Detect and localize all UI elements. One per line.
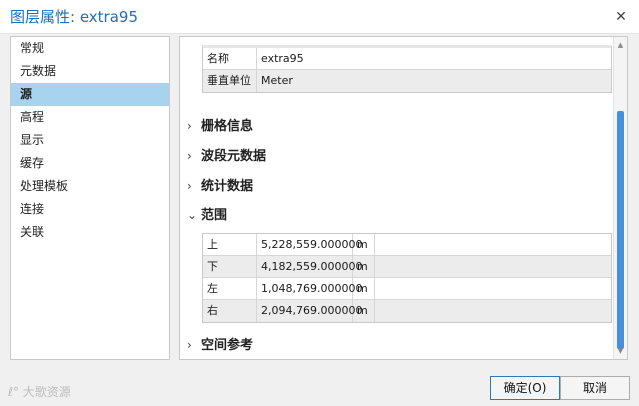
sidebar-nav: 常规 元数据 源 高程 显示 缓存 处理模板 连接 关联 [10, 36, 170, 360]
table-row: 垂直单位 Meter [203, 70, 611, 92]
table-row: 名称 extra95 [203, 48, 611, 70]
extent-empty-cell [375, 256, 611, 277]
sidebar-item-display[interactable]: 显示 [11, 129, 169, 152]
extent-empty-cell [375, 234, 611, 255]
scroll-up-icon[interactable]: ▲ [614, 39, 627, 51]
sidebar-item-processing-templates[interactable]: 处理模板 [11, 175, 169, 198]
property-name-cell: 名称 [203, 48, 257, 69]
section-statistics[interactable]: › 统计数据 [187, 176, 253, 196]
close-icon[interactable]: ✕ [611, 7, 631, 27]
scroll-down-icon[interactable]: ▼ [614, 345, 627, 357]
chevron-right-icon: › [187, 119, 192, 133]
sidebar-item-general[interactable]: 常规 [11, 37, 169, 60]
sidebar-item-elevation[interactable]: 高程 [11, 106, 169, 129]
scrollbar-thumb[interactable] [617, 111, 624, 349]
table-row: 下 4,182,559.000000 m [203, 256, 611, 278]
table-row: 右 2,094,769.000000 m [203, 300, 611, 322]
extent-value-cell: 4,182,559.000000 [257, 256, 362, 277]
extent-empty-cell [375, 278, 611, 299]
section-extent[interactable]: ⌄ 范围 [187, 205, 227, 225]
source-panel: 名称 extra95 垂直单位 Meter › 栅格信息 › 波段元数据 › 统计数据… [179, 36, 628, 360]
section-label: 统计数据 [201, 179, 254, 194]
vertical-scrollbar[interactable]: ▲ ▼ [613, 37, 627, 359]
extent-side-cell: 下 [203, 256, 257, 277]
section-raster-info[interactable]: › 栅格信息 [187, 116, 253, 136]
window-title: 图层属性: extra95 [10, 8, 138, 26]
table-row: 左 1,048,769.000000 m [203, 278, 611, 300]
extent-table: 上 5,228,559.000000 m 下 4,182,559.000000 … [202, 233, 612, 323]
extent-empty-cell [375, 300, 611, 322]
extent-unit-cell: m [353, 278, 375, 299]
section-spatial-reference[interactable]: › 空间参考 [187, 335, 253, 355]
extent-side-cell: 右 [203, 300, 257, 322]
table-row: 上 5,228,559.000000 m [203, 234, 611, 256]
extent-unit-cell: m [353, 234, 375, 255]
title-bar: 图层属性: extra95 ✕ [0, 0, 639, 34]
section-label: 栅格信息 [201, 119, 254, 134]
extent-unit-cell: m [353, 256, 375, 277]
property-name-cell: 垂直单位 [203, 70, 257, 92]
chevron-down-icon: ⌄ [187, 208, 198, 222]
sidebar-item-joins[interactable]: 连接 [11, 198, 169, 221]
extent-value-cell: 2,094,769.000000 [257, 300, 362, 322]
extent-value-cell: 5,228,559.000000 [257, 234, 362, 255]
property-value-cell[interactable]: Meter [257, 70, 611, 92]
sidebar-item-cache[interactable]: 缓存 [11, 152, 169, 175]
chevron-right-icon: › [187, 338, 192, 352]
cancel-button[interactable]: 取消 [560, 376, 630, 400]
watermark-logo: ℓ° 大歌资源 [8, 385, 71, 399]
section-band-metadata[interactable]: › 波段元数据 [187, 146, 266, 166]
extent-side-cell: 上 [203, 234, 257, 255]
property-value-cell[interactable]: extra95 [257, 48, 611, 69]
extent-side-cell: 左 [203, 278, 257, 299]
sidebar-item-metadata[interactable]: 元数据 [11, 60, 169, 83]
section-label: 空间参考 [201, 338, 254, 353]
sidebar-item-source[interactable]: 源 [11, 83, 169, 106]
extent-value-cell: 1,048,769.000000 [257, 278, 362, 299]
section-label: 波段元数据 [201, 149, 267, 164]
chevron-right-icon: › [187, 179, 192, 193]
extent-unit-cell: m [353, 300, 375, 322]
source-properties-table: 名称 extra95 垂直单位 Meter [202, 45, 612, 93]
section-label: 范围 [201, 208, 228, 223]
ok-button[interactable]: 确定(O) [490, 376, 560, 400]
sidebar-item-relates[interactable]: 关联 [11, 221, 169, 244]
chevron-right-icon: › [187, 149, 192, 163]
